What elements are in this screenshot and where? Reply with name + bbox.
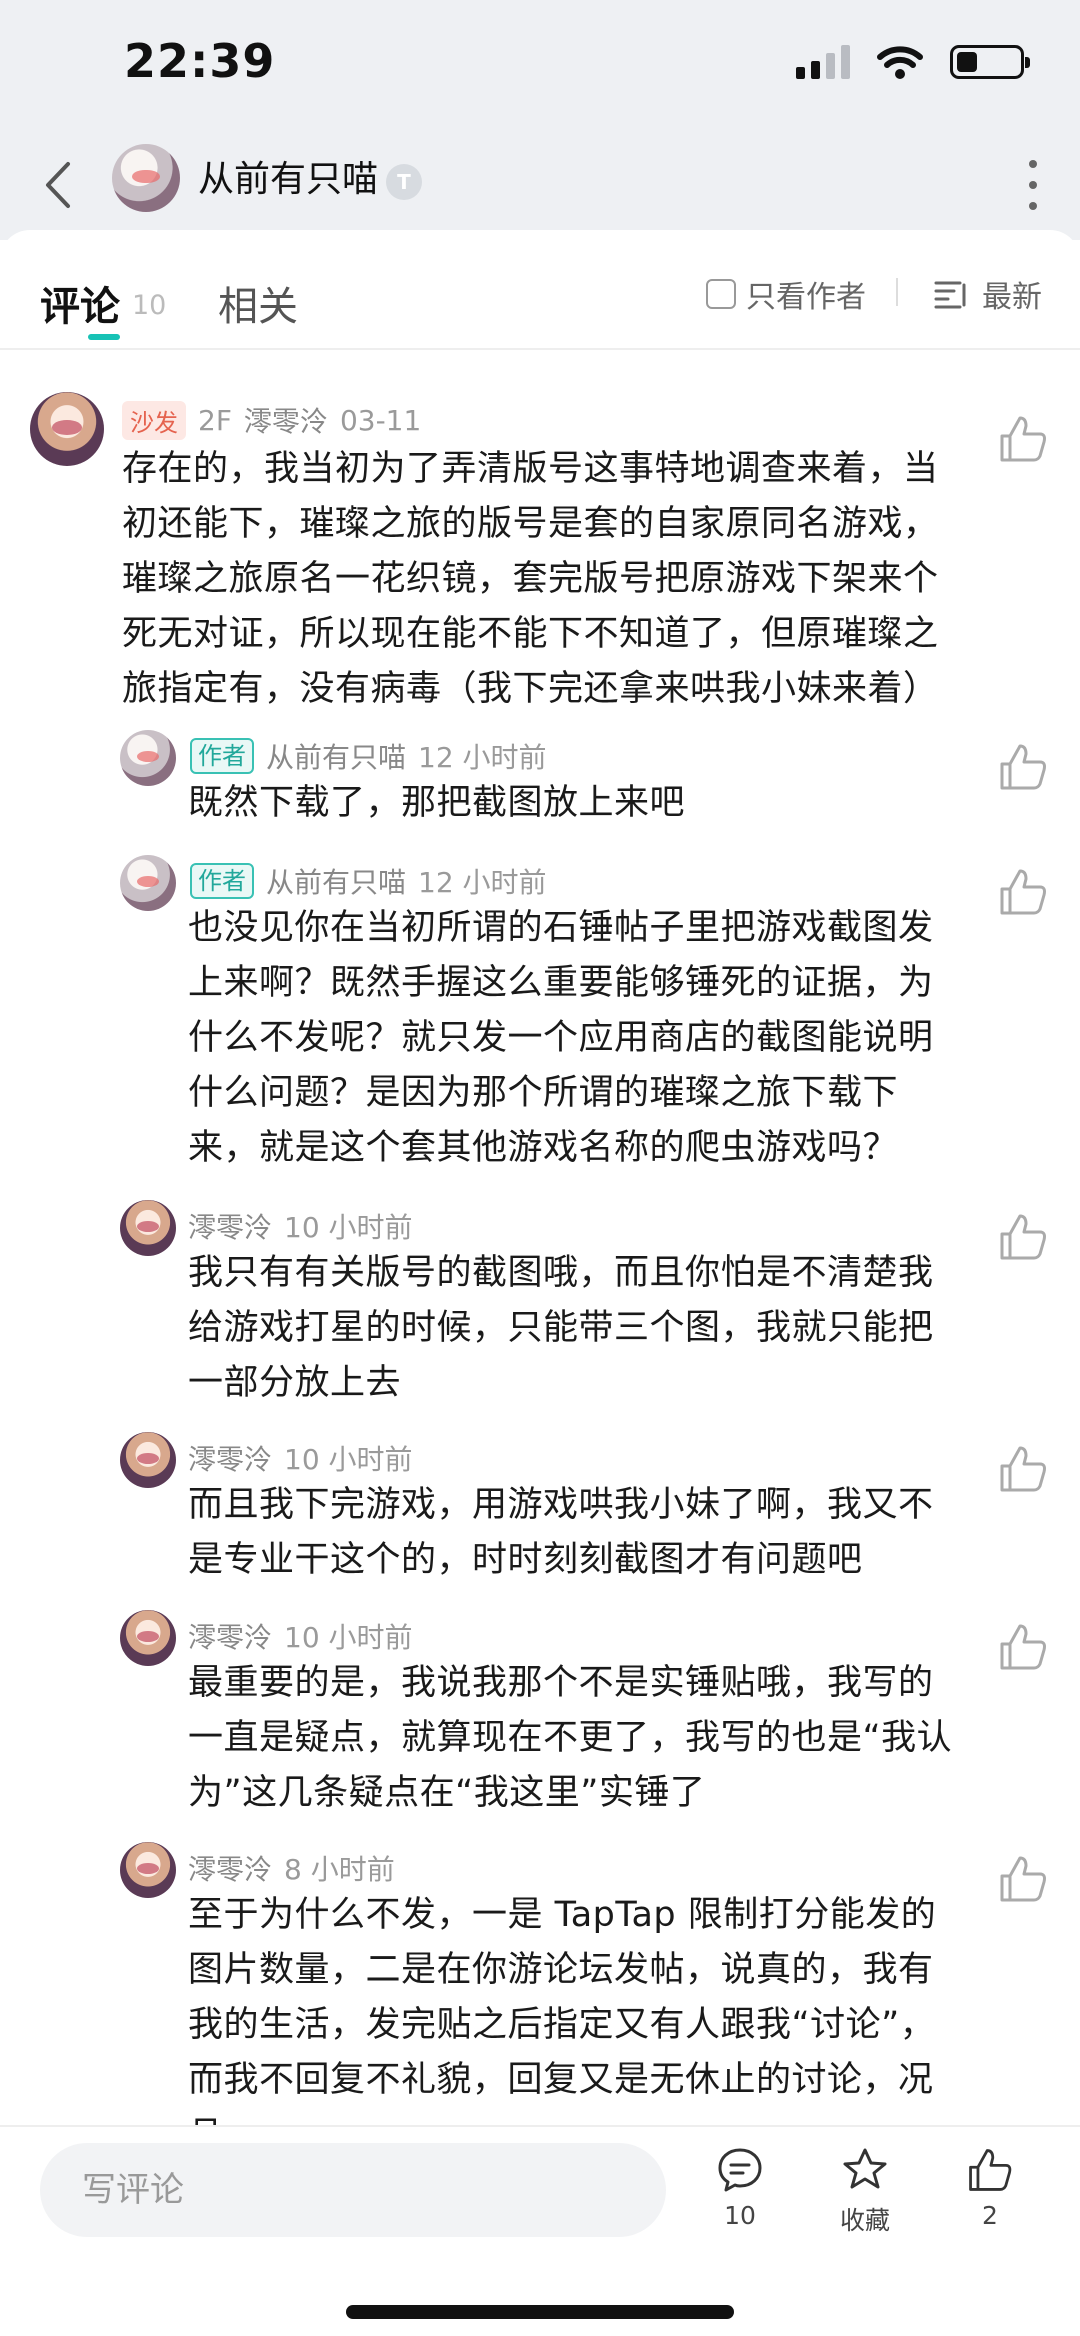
comment-time: 03-11	[339, 403, 422, 437]
back-button[interactable]	[32, 150, 82, 220]
like-icon[interactable]	[996, 1210, 1050, 1264]
more-dot-icon	[1029, 181, 1037, 189]
sofa-badge: 沙发	[122, 400, 186, 440]
author-avatar[interactable]	[112, 144, 180, 212]
author-only-toggle[interactable]: 只看作者	[706, 272, 866, 316]
author-name[interactable]: 从前有只喵	[198, 150, 378, 202]
like-icon[interactable]	[996, 740, 1050, 794]
home-indicator[interactable]	[346, 2305, 734, 2319]
like-icon[interactable]	[996, 412, 1050, 466]
sort-icon	[934, 281, 966, 309]
comment-time: 10 小时前	[284, 1211, 413, 1244]
more-options-button[interactable]	[1026, 160, 1040, 210]
commenter-name[interactable]: 澪零泠	[244, 400, 328, 440]
commenter-avatar[interactable]	[120, 1610, 176, 1666]
author-only-label: 只看作者	[746, 280, 866, 315]
commenter-name[interactable]: 澪零泠	[188, 1206, 272, 1246]
comment-bubble-icon	[718, 2148, 762, 2192]
wifi-icon	[877, 46, 923, 79]
write-comment-input[interactable]: 写评论	[40, 2143, 666, 2237]
commenter-name[interactable]: 从前有只喵	[266, 861, 406, 901]
commenter-name[interactable]: 澪零泠	[188, 1438, 272, 1478]
comment-text: 既然下载了，那把截图放上来吧	[188, 783, 686, 823]
comment-meta: 作者 从前有只喵 12 小时前	[190, 861, 547, 901]
comment-button[interactable]: 10	[690, 2145, 790, 2230]
status-bar: 22:39	[0, 0, 1080, 130]
like-icon[interactable]	[996, 865, 1050, 919]
more-dot-icon	[1029, 160, 1037, 168]
comment-count-label: 10	[724, 2201, 756, 2230]
comment-time: 10 小时前	[284, 1443, 413, 1476]
status-time: 22:39	[124, 34, 276, 88]
comment-meta: 澪零泠 10 小时前	[188, 1616, 413, 1656]
comment-meta: 沙发 2F 澪零泠 03-11	[122, 400, 421, 440]
active-tab-indicator	[88, 334, 120, 340]
comment-text: 至于为什么不发，一是 TapTap 限制打分能发的图片数量，二是在你游论坛发帖，…	[188, 1895, 937, 2125]
floor-number: 2F	[198, 403, 232, 437]
sort-label: 最新	[982, 280, 1042, 315]
chevron-left-icon	[46, 162, 70, 208]
comment-tabs: 评论 10 相关 只看作者 最新	[0, 230, 1080, 350]
like-button[interactable]: 2	[940, 2145, 1040, 2230]
comment-list: 沙发 2F 澪零泠 03-11 存在的，我当初为了弄清版号这事特地调查来着，当初…	[0, 360, 1080, 2125]
comment-time: 8 小时前	[284, 1853, 395, 1886]
more-dot-icon	[1029, 202, 1037, 210]
comment-meta: 澪零泠 10 小时前	[188, 1206, 413, 1246]
comment-time: 10 小时前	[284, 1621, 413, 1654]
tab-related[interactable]: 相关	[218, 274, 298, 332]
comment-text: 存在的，我当初为了弄清版号这事特地调查来着，当初还能下，璀璨之旅的版号是套的自家…	[122, 449, 939, 709]
like-icon[interactable]	[996, 1620, 1050, 1674]
star-icon	[843, 2148, 887, 2189]
commenter-name[interactable]: 从前有只喵	[266, 736, 406, 776]
commenter-name[interactable]: 澪零泠	[188, 1616, 272, 1656]
commenter-name[interactable]: 澪零泠	[188, 1848, 272, 1888]
like-icon[interactable]	[996, 1852, 1050, 1906]
user-level-badge: T	[386, 164, 422, 200]
commenter-avatar[interactable]	[120, 855, 176, 911]
comment-meta: 澪零泠 10 小时前	[188, 1438, 413, 1478]
comment-meta: 澪零泠 8 小时前	[188, 1848, 395, 1888]
commenter-avatar[interactable]	[120, 1200, 176, 1256]
comment-time: 12 小时前	[418, 741, 547, 774]
comment-text: 而且我下完游戏，用游戏哄我小妹了啊，我又不是专业干这个的，时时刻刻截图才有问题吧	[188, 1485, 934, 1580]
comment-text: 最重要的是，我说我那个不是实锤贴哦，我写的一直是疑点，就算现在不更了，我写的也是…	[188, 1663, 953, 1813]
cellular-signal-icon	[796, 45, 850, 79]
commenter-avatar[interactable]	[120, 730, 176, 786]
comment-count: 10	[132, 290, 167, 321]
sort-button[interactable]: 最新	[934, 272, 1042, 316]
comment-text: 也没见你在当初所谓的石锤帖子里把游戏截图发上来啊？既然手握这么重要能够锤死的证据…	[188, 908, 934, 1168]
author-tag: 作者	[190, 863, 254, 899]
comment-time: 12 小时前	[418, 866, 547, 899]
author-only-checkbox[interactable]	[706, 279, 736, 309]
comment-meta: 作者 从前有只喵 12 小时前	[190, 736, 547, 776]
status-icons	[796, 44, 1030, 80]
like-count-label: 2	[982, 2201, 998, 2230]
thumbs-up-icon	[969, 2149, 1012, 2191]
comment-text: 我只有有关版号的截图哦，而且你怕是不清楚我给游戏打星的时候，只能带三个图，我就只…	[188, 1253, 934, 1403]
favorite-button[interactable]: 收藏	[815, 2145, 915, 2237]
post-header: 从前有只喵 T	[0, 130, 1080, 240]
commenter-avatar[interactable]	[30, 392, 104, 466]
commenter-avatar[interactable]	[120, 1842, 176, 1898]
favorite-label: 收藏	[839, 2206, 890, 2235]
tab-comments[interactable]: 评论	[40, 274, 120, 332]
like-icon[interactable]	[996, 1442, 1050, 1496]
bottom-action-bar: 写评论 10 收藏 2	[0, 2125, 1080, 2336]
commenter-avatar[interactable]	[120, 1432, 176, 1488]
divider	[896, 278, 898, 306]
battery-icon	[950, 45, 1030, 79]
author-tag: 作者	[190, 738, 254, 774]
